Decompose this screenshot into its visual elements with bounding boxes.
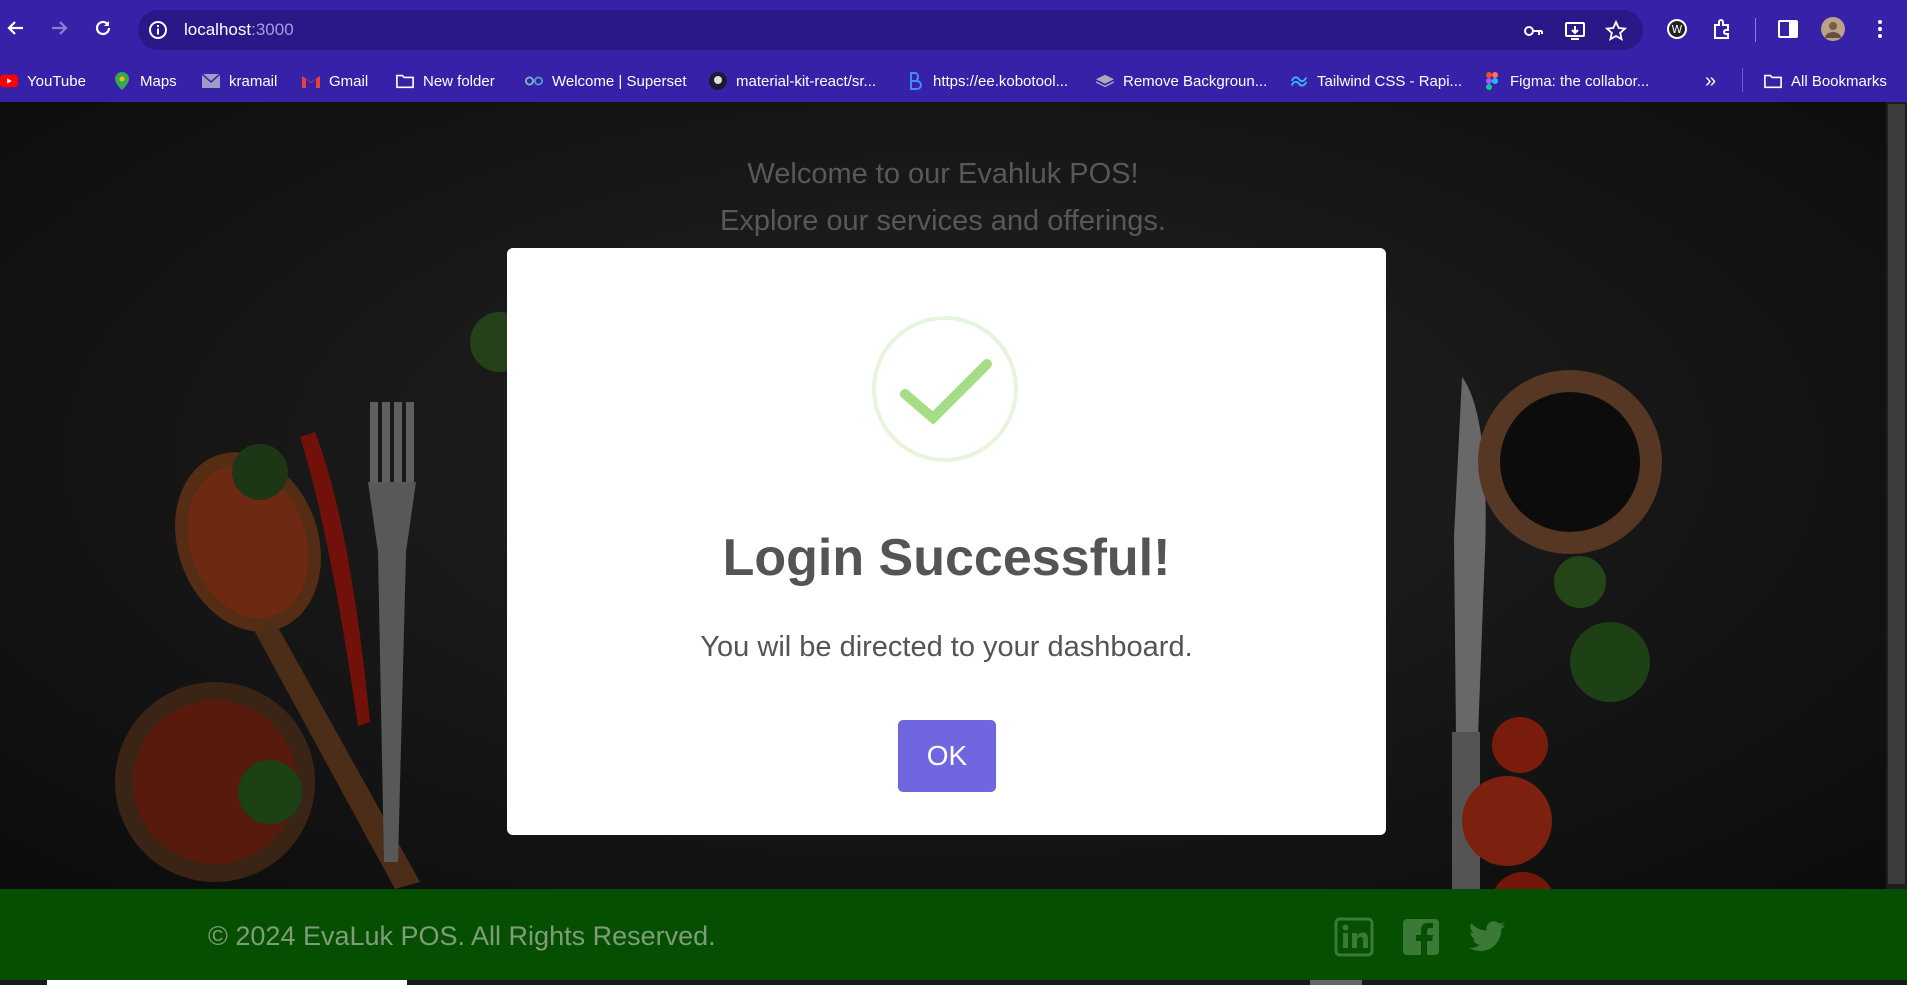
success-dialog: Login Successful! You wil be directed to… xyxy=(507,248,1386,835)
bookmark-remove-background[interactable]: Remove Backgroun... xyxy=(1096,70,1267,92)
profile-avatar[interactable] xyxy=(1821,17,1845,41)
success-check-icon xyxy=(872,316,1018,462)
toolbar-divider xyxy=(1755,18,1756,42)
side-panel-icon[interactable] xyxy=(1776,17,1800,41)
bookmarks-divider xyxy=(1742,68,1743,92)
youtube-icon xyxy=(0,72,18,90)
forward-button[interactable] xyxy=(45,14,73,42)
bookmark-label: Gmail xyxy=(329,72,369,90)
bookmark-material-kit[interactable]: material-kit-react/sr... xyxy=(709,70,876,92)
bottom-indicator xyxy=(47,980,407,985)
kobo-icon xyxy=(906,72,924,90)
bookmark-figma[interactable]: Figma: the collabor... xyxy=(1483,70,1649,92)
superset-icon xyxy=(525,72,543,90)
bookmark-label: kramail xyxy=(229,72,278,90)
url-text[interactable]: localhost:3000 xyxy=(184,20,294,40)
site-info-icon[interactable] xyxy=(148,20,168,45)
arrow-right-icon xyxy=(52,21,68,35)
bookmarks-overflow-button[interactable]: » xyxy=(1705,70,1716,92)
bookmark-label: Maps xyxy=(140,72,177,90)
bookmark-label: YouTube xyxy=(27,72,86,90)
twitter-icon[interactable] xyxy=(1467,917,1507,957)
tailwind-icon xyxy=(1290,72,1308,90)
maps-icon xyxy=(113,72,131,90)
bookmark-new-folder[interactable]: New folder xyxy=(396,70,495,92)
bookmark-label: Figma: the collabor... xyxy=(1510,72,1650,90)
key-icon[interactable] xyxy=(1522,20,1544,42)
chevron-double-right-icon: » xyxy=(1705,69,1717,92)
bookmark-label: https://ee.kobotool... xyxy=(933,72,1069,90)
ok-button[interactable]: OK xyxy=(898,720,996,792)
linkedin-icon[interactable] xyxy=(1334,917,1374,957)
star-icon[interactable] xyxy=(1604,19,1628,42)
all-bookmarks-label: All Bookmarks xyxy=(1791,72,1887,90)
folder-icon xyxy=(1764,72,1782,90)
gmail-icon xyxy=(302,72,320,90)
figma-icon xyxy=(1483,72,1501,90)
all-bookmarks-button[interactable]: All Bookmarks xyxy=(1764,70,1887,92)
url-host: localhost xyxy=(184,20,252,39)
dialog-title: Login Successful! xyxy=(722,529,1171,587)
arrow-left-icon xyxy=(7,21,23,35)
back-button[interactable] xyxy=(2,14,30,42)
bookmark-label: Welcome | Superset xyxy=(552,72,687,90)
address-bar[interactable]: localhost:3000 xyxy=(138,10,1643,50)
bookmark-kramail[interactable]: kramail xyxy=(202,70,277,92)
layers-icon xyxy=(1096,72,1114,90)
github-icon xyxy=(709,72,727,90)
facebook-icon[interactable] xyxy=(1401,917,1441,957)
bookmark-maps[interactable]: Maps xyxy=(113,70,177,92)
wordpress-extension-icon[interactable]: W xyxy=(1665,17,1689,41)
extensions-icon[interactable] xyxy=(1711,17,1735,41)
bookmark-gmail[interactable]: Gmail xyxy=(302,70,368,92)
site-footer: © 2024 EvaLuk POS. All Rights Reserved. xyxy=(0,889,1907,985)
copyright-text: © 2024 EvaLuk POS. All Rights Reserved. xyxy=(208,921,716,951)
url-port: :3000 xyxy=(251,20,294,39)
bottom-indicator-secondary xyxy=(1310,980,1362,985)
bookmark-label: Tailwind CSS - Rapi... xyxy=(1317,72,1463,90)
install-app-icon[interactable] xyxy=(1564,20,1586,42)
bookmark-kobotoolbox[interactable]: https://ee.kobotool... xyxy=(906,70,1068,92)
folder-icon xyxy=(396,72,414,90)
dialog-message: You wil be directed to your dashboard. xyxy=(700,631,1193,663)
browser-toolbar: localhost:3000 W xyxy=(0,0,1907,60)
reload-icon xyxy=(95,20,111,36)
bookmark-label: New folder xyxy=(423,72,495,90)
scrollbar-thumb[interactable] xyxy=(1888,104,1905,884)
reload-button[interactable] xyxy=(89,14,117,42)
bookmark-superset[interactable]: Welcome | Superset xyxy=(525,70,687,92)
bookmarks-bar: YouTube Maps kramail Gmail New folder We… xyxy=(0,60,1907,102)
mail-icon xyxy=(202,72,220,90)
menu-dots-icon[interactable] xyxy=(1868,17,1892,41)
bookmark-label: Remove Backgroun... xyxy=(1123,72,1268,90)
svg-text:W: W xyxy=(1672,23,1683,36)
bookmark-tailwind[interactable]: Tailwind CSS - Rapi... xyxy=(1290,70,1462,92)
bookmark-youtube[interactable]: YouTube xyxy=(0,70,86,92)
bookmark-label: material-kit-react/sr... xyxy=(736,72,877,90)
